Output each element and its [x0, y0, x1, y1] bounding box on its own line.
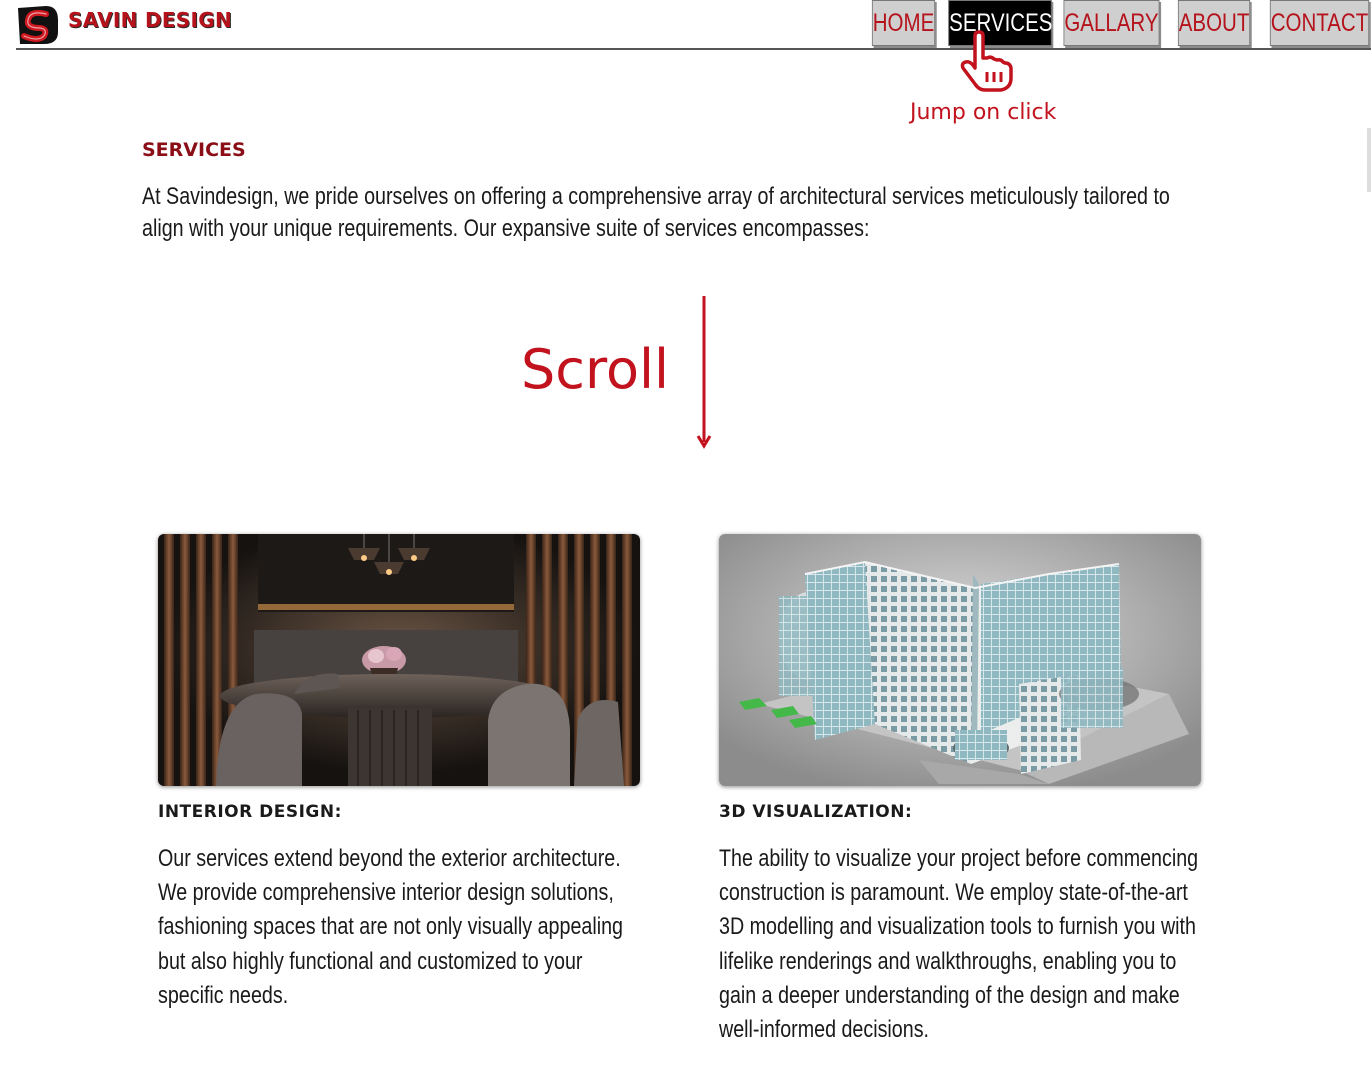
nav-contact[interactable]: CONTACT: [1269, 0, 1369, 46]
nav-home[interactable]: HOME: [871, 0, 935, 46]
interior-design-image: [158, 534, 640, 786]
scroll-note: Scroll: [521, 338, 670, 401]
site-header: SAVIN DESIGN HOME SERVICES GALLARY ABOUT…: [16, 0, 1371, 50]
scroll-down-arrow-icon: [696, 296, 712, 449]
jump-on-click-note: Jump on click: [910, 100, 1057, 125]
interior-design-text: Our services extend beyond the exterior …: [158, 845, 623, 1009]
main-nav: HOME SERVICES GALLARY ABOUT CONTACT: [867, 0, 1371, 46]
3d-visualization-title: 3D VISUALIZATION:: [719, 802, 913, 822]
3d-visualization-image: [719, 534, 1201, 786]
nav-about[interactable]: ABOUT: [1178, 0, 1251, 46]
savin-design-logo[interactable]: [16, 4, 60, 46]
scrollbar[interactable]: [1367, 128, 1371, 192]
nav-gallary[interactable]: GALLARY: [1063, 0, 1160, 46]
brand-name[interactable]: SAVIN DESIGN: [68, 8, 232, 32]
hand-pointer-icon: [960, 30, 1013, 92]
interior-design-title: INTERIOR DESIGN:: [158, 802, 342, 822]
3d-visualization-text: The ability to visualize your project be…: [719, 845, 1199, 1044]
section-title: SERVICES: [142, 139, 246, 161]
services-intro: At Savindesign, we pride ourselves on of…: [142, 183, 1170, 242]
